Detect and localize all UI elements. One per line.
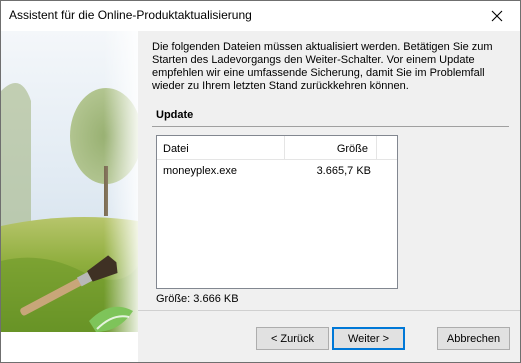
cancel-button[interactable]: Abbrechen	[437, 327, 510, 350]
column-header-size[interactable]: Größe	[285, 136, 377, 160]
back-button[interactable]: < Zurück	[256, 327, 329, 350]
next-button[interactable]: Weiter >	[332, 327, 405, 350]
button-bar: < Zurück Weiter > Abbrechen	[138, 311, 520, 362]
close-icon	[491, 10, 503, 22]
file-size: 3.665,7 KB	[316, 165, 371, 177]
file-name: moneyplex.exe	[163, 165, 237, 177]
wizard-banner-image	[1, 31, 138, 332]
close-button[interactable]	[474, 1, 520, 31]
total-size-label: Größe: 3.666 KB	[156, 293, 239, 305]
description-text: Die folgenden Dateien müssen aktualisier…	[152, 41, 493, 92]
section-divider	[152, 126, 509, 127]
file-list[interactable]: Datei Größe moneyplex.exe 3.665,7 KB	[156, 135, 398, 289]
list-header: Datei Größe	[157, 136, 397, 160]
wizard-window: Assistent für die Online-Produktaktualis…	[0, 0, 521, 363]
column-header-file[interactable]: Datei	[157, 136, 285, 160]
wizard-content: Die folgenden Dateien müssen aktualisier…	[138, 31, 520, 310]
list-item[interactable]: moneyplex.exe 3.665,7 KB	[157, 163, 397, 181]
title-bar: Assistent für die Online-Produktaktualis…	[1, 1, 520, 31]
window-title: Assistent für die Online-Produktaktualis…	[9, 8, 252, 22]
section-title: Update	[156, 109, 194, 121]
